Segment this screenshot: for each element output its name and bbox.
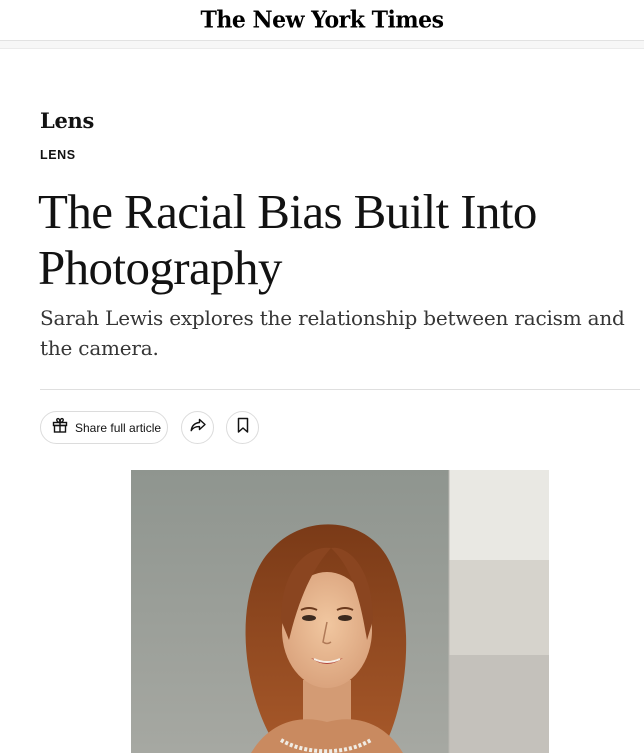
masthead: The New York Times	[0, 0, 644, 41]
article-kicker: LENS	[40, 148, 76, 162]
nyt-logo[interactable]: The New York Times	[200, 6, 444, 33]
share-full-article-button[interactable]: Share full article	[40, 411, 168, 444]
share-arrow-icon	[189, 416, 207, 439]
article-headline: The Racial Bias Built Into Photography	[38, 184, 537, 295]
masthead-band	[0, 41, 644, 49]
header-divider	[40, 389, 640, 390]
gift-icon	[51, 416, 69, 439]
section-name-link[interactable]: Lens	[40, 108, 94, 133]
share-button[interactable]	[181, 411, 214, 444]
save-button[interactable]	[226, 411, 259, 444]
bookmark-icon	[234, 416, 252, 439]
lead-image	[131, 470, 549, 753]
article-summary: Sarah Lewis explores the relationship be…	[40, 306, 625, 360]
share-full-article-label: Share full article	[75, 420, 162, 435]
